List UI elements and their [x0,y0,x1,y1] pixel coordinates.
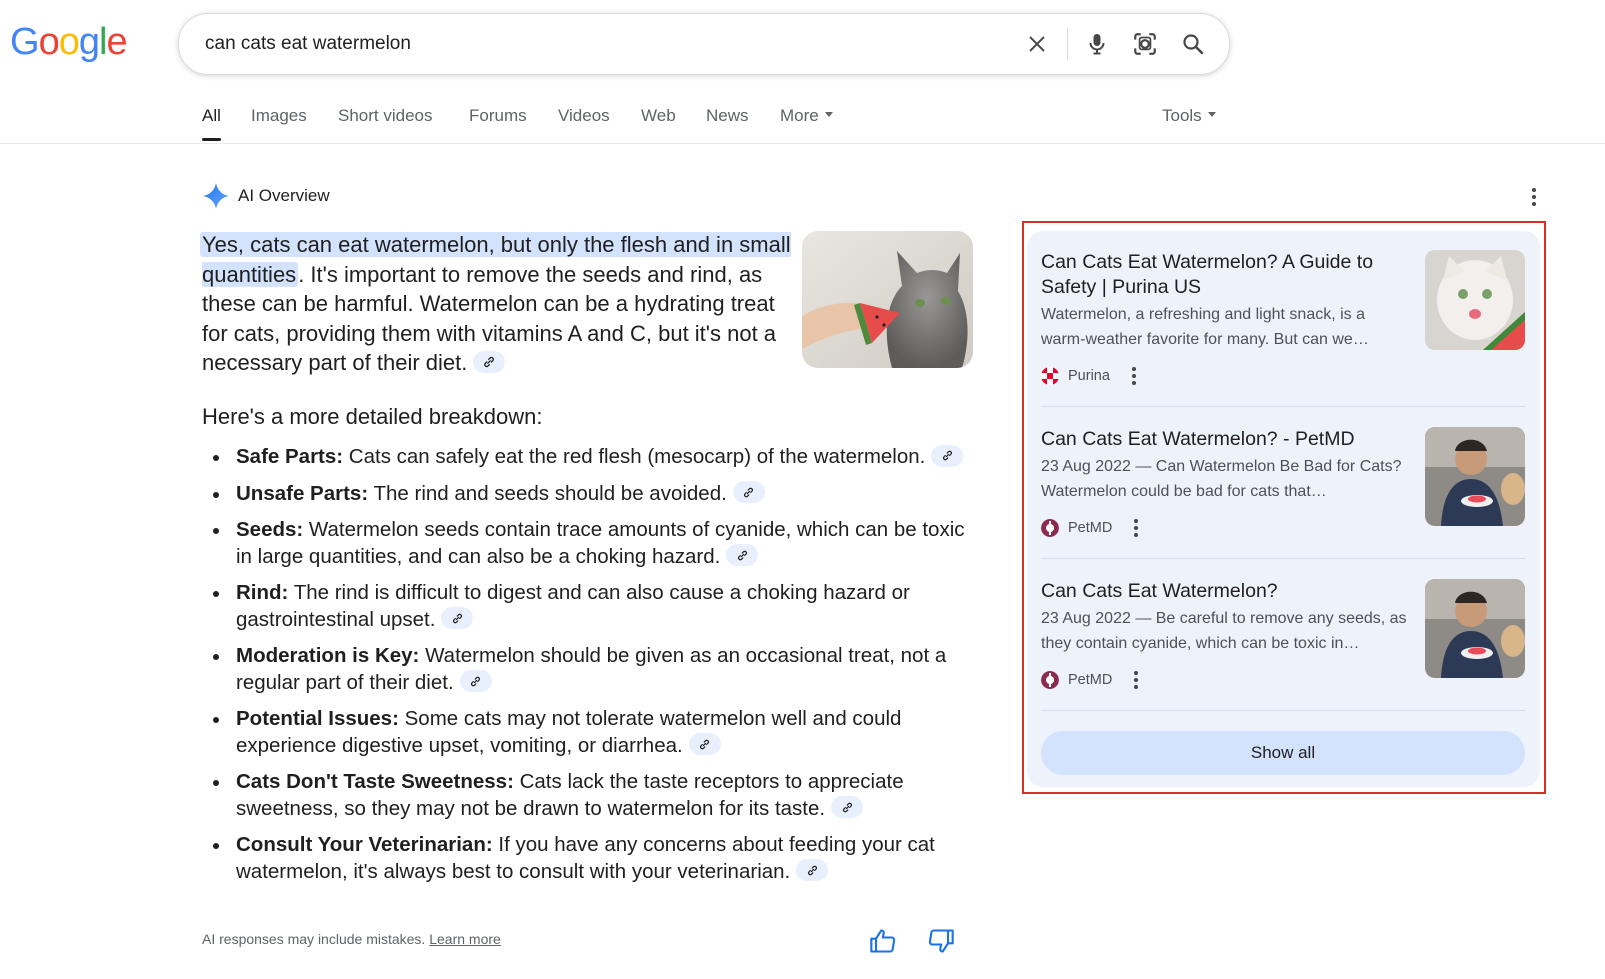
link-icon [807,865,817,875]
tools-label: Tools [1162,106,1202,125]
tab-web[interactable]: Web [641,104,676,128]
citation-link-button[interactable] [831,796,864,819]
chevron-down-icon [1207,112,1216,118]
bullet-term: Rind: [236,581,289,604]
clear-search-button[interactable] [1021,28,1053,60]
thumbs-down-icon [928,929,954,953]
search-box [178,13,1230,75]
tabs-divider [0,143,1605,144]
link-icon [737,550,747,560]
disclaimer-text: AI responses may include mistakes. [202,931,426,947]
link-icon [942,450,952,461]
citation-link-button[interactable] [931,444,964,467]
ai-overview-menu-button[interactable] [1522,185,1546,209]
ai-disclaimer: AI responses may include mistakes. Learn… [202,931,501,947]
voice-search-button[interactable] [1081,28,1113,60]
breakdown-heading: Here's a more detailed breakdown: [202,404,543,429]
link-icon [842,802,852,812]
tab-videos[interactable]: Videos [558,104,610,128]
microphone-icon [1089,34,1105,55]
link-icon [471,676,481,686]
bullet-text: The rind is difficult to digest and can … [236,581,910,631]
tab-all[interactable]: All [202,104,221,141]
bullet-term: Moderation is Key: [236,644,420,667]
ai-overview-label: AI Overview [238,186,330,205]
citation-link-button[interactable] [726,544,759,567]
gemini-sparkle-icon [203,183,229,209]
list-item: Consult Your Veterinarian: If you have a… [202,832,982,885]
list-item: Seeds: Watermelon seeds contain trace am… [202,517,982,570]
ai-overview-summary: Yes, cats can eat watermelon, but only t… [200,230,794,378]
bullet-text: Cats can safely eat the red flesh (mesoc… [343,445,926,468]
bullet-term: Cats Don't Taste Sweetness: [236,770,514,793]
thumbs-up-icon [870,929,896,953]
link-icon [700,739,710,749]
bullet-term: Seeds: [236,518,304,541]
tab-images[interactable]: Images [251,104,307,128]
list-item: Rind: The rind is difficult to digest an… [202,580,982,633]
citation-link-button[interactable] [473,351,506,374]
tab-short-videos[interactable]: Short videos [338,104,433,128]
close-icon [1029,36,1045,52]
citation-link-button[interactable] [441,607,474,630]
learn-more-link[interactable]: Learn more [429,931,501,947]
lens-search-button[interactable] [1129,28,1161,60]
list-item: Safe Parts: Cats can safely eat the red … [202,444,982,471]
tab-more-label: More [780,106,819,125]
link-icon [744,487,754,497]
list-item: Potential Issues: Some cats may not tole… [202,706,982,759]
lens-icon [1134,33,1156,55]
ai-overview-header: AI Overview [202,182,330,210]
bullet-text: The rind and seeds should be avoided. [368,481,727,505]
tab-news[interactable]: News [706,104,749,128]
list-item: Unsafe Parts: The rind and seeds should … [202,481,982,508]
bullet-term: Safe Parts: [236,445,344,468]
tools-button[interactable]: Tools [1162,104,1216,128]
search-submit-button[interactable] [1177,28,1209,60]
tab-forums[interactable]: Forums [469,104,527,128]
search-divider [1067,28,1068,60]
selection-outline [1022,221,1546,794]
google-logo[interactable]: Google [10,20,128,64]
tab-more[interactable]: More [780,104,833,128]
citation-link-button[interactable] [732,481,765,504]
breakdown-list: Safe Parts: Cats can safely eat the red … [202,444,982,895]
citation-link-button[interactable] [688,733,721,756]
citation-link-button[interactable] [796,859,829,882]
bullet-term: Unsafe Parts: [236,481,369,505]
search-input[interactable] [203,28,987,60]
cat-watermelon-image[interactable] [802,231,973,368]
thumbs-up-button[interactable] [869,927,897,955]
link-icon [484,357,495,368]
list-item: Cats Don't Taste Sweetness: Cats lack th… [202,769,982,822]
citation-link-button[interactable] [459,670,492,693]
bullet-term: Potential Issues: [236,707,399,730]
chevron-down-icon [824,112,833,118]
link-icon [452,613,462,623]
thumbs-down-button[interactable] [927,927,955,955]
bullet-term: Consult Your Veterinarian: [236,833,493,856]
bullet-text: Watermelon seeds contain trace amounts o… [236,518,965,568]
more-vert-icon [1532,188,1536,206]
search-icon [1183,34,1204,55]
list-item: Moderation is Key: Watermelon should be … [202,643,982,696]
